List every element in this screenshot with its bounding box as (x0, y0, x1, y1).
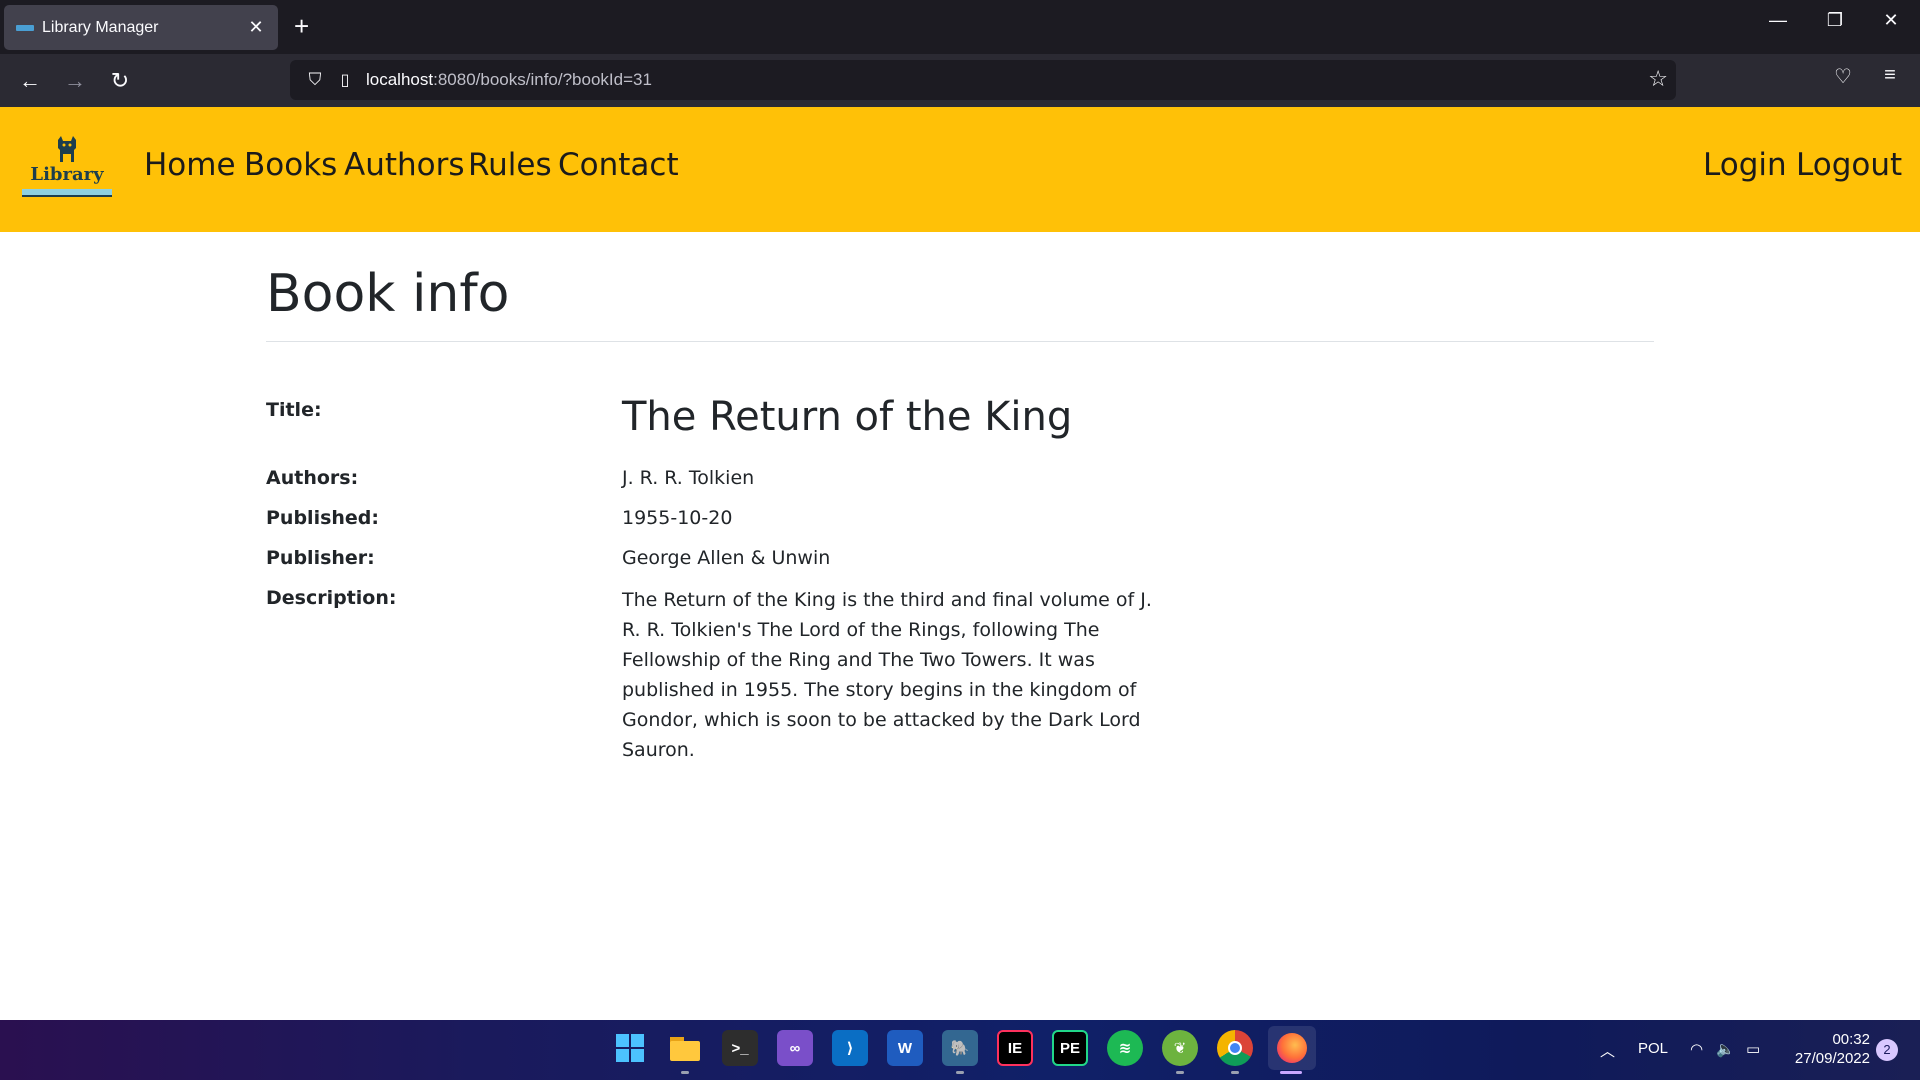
browser-tab[interactable]: Library Manager ✕ (4, 5, 278, 50)
clock-date: 27/09/2022 (1794, 1050, 1870, 1067)
battery-icon[interactable]: ▭ (1746, 1040, 1760, 1058)
file-explorer-icon[interactable] (667, 1030, 703, 1066)
library-logo[interactable]: Library (20, 134, 114, 200)
book-title: The Return of the King (622, 394, 1073, 440)
restore-button[interactable]: ❐ (1815, 10, 1855, 31)
url-path: :8080/books/info/?bookId=31 (433, 70, 652, 89)
published-label: Published: (266, 507, 379, 529)
bookmark-star-icon[interactable]: ☆ (1648, 66, 1668, 92)
description-value: The Return of the King is the third and … (622, 589, 1152, 761)
clock-time: 00:32 (1832, 1031, 1870, 1048)
page-title: Book info (266, 264, 510, 324)
notification-badge[interactable]: 2 (1876, 1039, 1898, 1061)
title-label: Title: (266, 399, 322, 421)
pycharm-icon[interactable]: PE (1052, 1030, 1088, 1066)
nav-books[interactable]: Books (244, 147, 337, 183)
reload-icon[interactable]: ↻ (104, 66, 136, 96)
authors-value: J. R. R. Tolkien (622, 467, 755, 489)
chevron-up-icon[interactable]: ︿ (1600, 1040, 1615, 1061)
cat-icon (58, 136, 76, 162)
postgresql-icon[interactable]: 🐘 (942, 1030, 978, 1066)
running-indicator (956, 1071, 964, 1074)
favicon-icon (16, 24, 34, 31)
url-text[interactable]: localhost:8080/books/info/?bookId=31 (366, 70, 652, 90)
nav-authors[interactable]: Authors (344, 147, 465, 183)
divider (266, 341, 1654, 342)
tab-close-button[interactable]: ✕ (246, 17, 266, 38)
url-host: localhost (366, 70, 434, 89)
nav-contact[interactable]: Contact (558, 147, 679, 183)
firefox-logo (1277, 1033, 1307, 1063)
windows-start-icon[interactable] (612, 1030, 648, 1066)
word-icon[interactable]: W (887, 1030, 923, 1066)
intellij-icon[interactable]: IE (997, 1030, 1033, 1066)
chrome-icon[interactable] (1217, 1030, 1253, 1066)
logo-underline (22, 189, 112, 197)
nav-rules[interactable]: Rules (468, 147, 552, 183)
description-label: Description: (266, 587, 397, 609)
nav-login[interactable]: Login (1703, 147, 1787, 183)
publisher-value: George Allen & Unwin (622, 547, 831, 569)
publisher-label: Publisher: (266, 547, 375, 569)
logo-text: Library (30, 164, 104, 185)
forward-arrow-icon[interactable]: → (59, 66, 91, 96)
new-tab-button[interactable]: + (294, 11, 309, 41)
spring-icon[interactable]: ❦ (1162, 1030, 1198, 1066)
window-close-button[interactable]: ✕ (1871, 10, 1911, 31)
terminal-icon[interactable]: >_ (722, 1030, 758, 1066)
clock[interactable]: 00:32 27/09/2022 (1786, 1030, 1870, 1068)
site-header: Library Home Books Authors Rules Contact… (0, 107, 1920, 232)
nav-logout[interactable]: Logout (1796, 147, 1902, 183)
nav-home[interactable]: Home (144, 147, 236, 183)
address-bar[interactable]: ⛉ ▯ localhost:8080/books/info/?bookId=31… (290, 60, 1676, 100)
published-value: 1955-10-20 (622, 507, 733, 529)
page-icon[interactable]: ▯ (330, 70, 360, 90)
shield-icon[interactable]: ⛉ (300, 70, 330, 90)
firefox-icon[interactable] (1268, 1026, 1316, 1070)
tab-title: Library Manager (42, 18, 159, 36)
browser-tab-bar: Library Manager ✕ + — ❐ ✕ (0, 0, 1920, 54)
back-arrow-icon[interactable]: ← (14, 66, 46, 96)
active-indicator (1280, 1071, 1302, 1074)
spotify-icon[interactable]: ≋ (1107, 1030, 1143, 1066)
running-indicator (1176, 1071, 1184, 1074)
language-indicator[interactable]: POL (1638, 1040, 1668, 1057)
pocket-icon[interactable]: ♡ (1827, 64, 1859, 89)
authors-label: Authors: (266, 467, 359, 489)
volume-icon[interactable]: 🔈 (1716, 1040, 1735, 1058)
visual-studio-icon[interactable]: ∞ (777, 1030, 813, 1066)
minimize-button[interactable]: — (1758, 10, 1798, 31)
running-indicator (681, 1071, 689, 1074)
running-indicator (1231, 1071, 1239, 1074)
vscode-icon[interactable]: ⟩ (832, 1030, 868, 1066)
chrome-center (1228, 1041, 1242, 1055)
menu-icon[interactable]: ≡ (1874, 64, 1906, 87)
wifi-icon[interactable]: ◠ (1690, 1040, 1703, 1058)
